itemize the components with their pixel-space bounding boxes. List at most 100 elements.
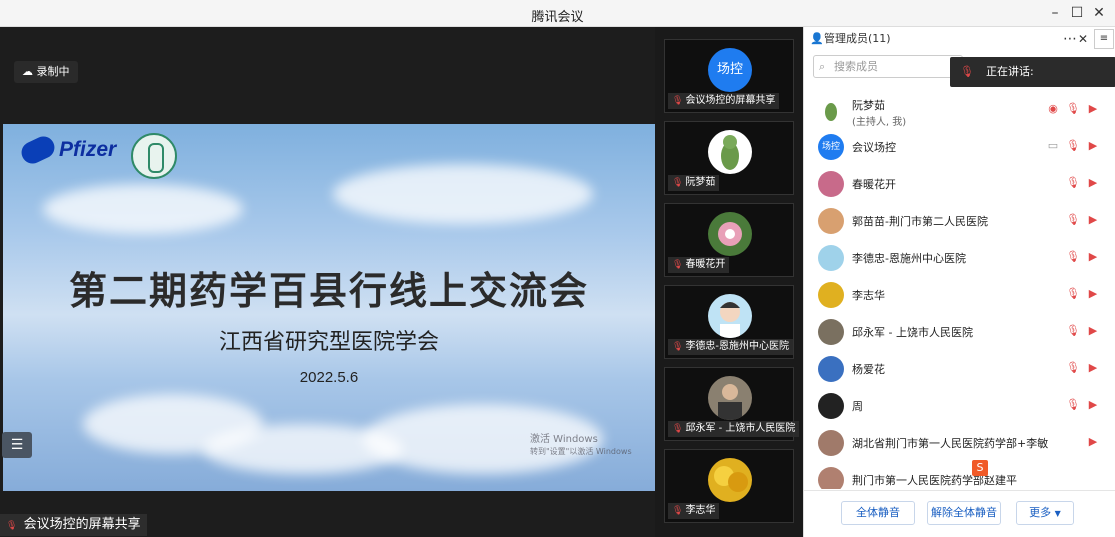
mic-muted-icon[interactable]: 🎙 bbox=[1066, 213, 1080, 227]
mic-muted-icon[interactable]: 🎙 bbox=[1066, 287, 1080, 301]
camera-off-icon[interactable]: ▶ bbox=[1086, 287, 1100, 301]
member-row[interactable]: 李德忠-恩施州中心医院 🎙 ▶ bbox=[804, 239, 1106, 276]
panel-title: 管理成员(11) bbox=[824, 32, 891, 45]
tile-label: 🎙 邱永军 - 上饶市人民医院 bbox=[668, 421, 800, 437]
mic-muted-icon: 🎙 bbox=[672, 178, 684, 188]
camera-off-icon[interactable]: ▶ bbox=[1086, 139, 1100, 153]
mic-muted-icon[interactable]: 🎙 bbox=[1066, 324, 1080, 338]
member-row[interactable]: 荆门市第一人民医院药学部赵建平 bbox=[804, 461, 1106, 489]
now-speaking-banner: 🎙 正在讲话: bbox=[950, 57, 1115, 87]
windows-activation-watermark: 激活 Windows 转到"设置"以激活 Windows bbox=[530, 434, 632, 456]
member-row[interactable]: 场控 会议场控 ▭ 🎙 ▶ bbox=[804, 128, 1106, 165]
member-row[interactable]: 邱永军 - 上饶市人民医院 🎙 ▶ bbox=[804, 313, 1106, 350]
list-toggle-icon[interactable]: ≡ bbox=[1094, 29, 1114, 49]
recording-indicator[interactable]: ☁ 录制中 bbox=[14, 61, 78, 83]
member-name: 李志华 bbox=[852, 289, 885, 302]
mic-muted-icon[interactable]: 🎙 bbox=[1066, 139, 1080, 153]
avatar bbox=[818, 319, 844, 345]
mic-muted-icon[interactable]: 🎙 bbox=[1066, 102, 1080, 116]
members-panel: 👤 管理成员(11) ⋯ ✕ ≡ ⌕ 搜索成员 🎙 正在讲话: 阮梦茹 (主持人… bbox=[803, 27, 1115, 537]
member-row[interactable]: 周 🎙 ▶ bbox=[804, 387, 1106, 424]
member-row[interactable]: 阮梦茹 (主持人, 我) ◉ 🎙 ▶ bbox=[804, 91, 1106, 128]
minimize-icon[interactable]: – bbox=[1045, 3, 1065, 23]
camera-off-icon[interactable]: ▶ bbox=[1086, 324, 1100, 338]
maximize-icon[interactable]: ☐ bbox=[1067, 3, 1087, 23]
mic-muted-icon: 🎙 bbox=[672, 260, 684, 270]
member-row[interactable]: 湖北省荆门市第一人民医院药学部+李敏 ▶ bbox=[804, 424, 1106, 461]
video-tile[interactable]: 🎙 李志华 bbox=[664, 449, 794, 523]
mic-muted-icon[interactable]: 🎙 bbox=[1066, 361, 1080, 375]
search-icon: ⌕ bbox=[819, 60, 826, 73]
avatar: 场控 bbox=[708, 48, 752, 92]
avatar bbox=[818, 393, 844, 419]
screen-share-icon[interactable]: ▭ bbox=[1046, 139, 1060, 153]
tile-label: 🎙 春暖花开 bbox=[668, 257, 730, 273]
unmute-all-button[interactable]: 解除全体静音 bbox=[927, 501, 1001, 525]
mic-muted-icon[interactable]: 🎙 bbox=[1066, 176, 1080, 190]
camera-off-icon[interactable]: ▶ bbox=[1086, 435, 1100, 449]
camera-off-icon[interactable]: ▶ bbox=[1086, 102, 1100, 116]
member-name: 会议场控 bbox=[852, 141, 896, 154]
list-menu-icon[interactable]: ☰ bbox=[2, 432, 32, 458]
member-name: 春暖花开 bbox=[852, 178, 896, 191]
camera-off-icon[interactable]: ▶ bbox=[1086, 250, 1100, 264]
mic-muted-icon: 🎙 bbox=[672, 96, 684, 106]
video-tile[interactable]: 场控 🎙 会议场控的屏幕共享 bbox=[664, 39, 794, 113]
video-tile[interactable]: 🎙 邱永军 - 上饶市人民医院 bbox=[664, 367, 800, 441]
more-button[interactable]: 更多 ▼ bbox=[1016, 501, 1074, 525]
avatar bbox=[708, 376, 752, 420]
window-title: 腾讯会议 bbox=[531, 10, 584, 25]
avatar: 场控 bbox=[818, 134, 844, 160]
video-tile[interactable]: 🎙 李德忠-恩施州中心医院 bbox=[664, 285, 794, 359]
camera-off-icon[interactable]: ▶ bbox=[1086, 213, 1100, 227]
video-tile[interactable]: 🎙 春暖花开 bbox=[664, 203, 794, 277]
close-icon[interactable]: ✕ bbox=[1089, 3, 1109, 23]
close-panel-icon[interactable]: ✕ bbox=[1078, 27, 1088, 51]
chevron-down-icon: ▼ bbox=[1054, 509, 1061, 518]
mic-muted-icon: 🎙 bbox=[6, 521, 18, 531]
person-icon: 👤 bbox=[810, 32, 824, 45]
camera-off-icon[interactable]: ▶ bbox=[1086, 361, 1100, 375]
slide-date: 2022.5.6 bbox=[299, 369, 359, 386]
member-name: 郭苗苗-荆门市第二人民医院 bbox=[852, 215, 988, 228]
slide-subtitle: 江西省研究型医院学会 bbox=[218, 330, 439, 355]
member-row[interactable]: 李志华 🎙 ▶ bbox=[804, 276, 1106, 313]
member-row[interactable]: 杨爱花 🎙 ▶ bbox=[804, 350, 1106, 387]
cloud-icon: ☁ bbox=[22, 65, 33, 78]
camera-off-icon[interactable]: ▶ bbox=[1086, 398, 1100, 412]
avatar bbox=[818, 356, 844, 382]
more-options-icon[interactable]: ⋯ bbox=[1063, 27, 1077, 51]
member-row[interactable]: 春暖花开 🎙 ▶ bbox=[804, 165, 1106, 202]
mic-muted-icon[interactable]: 🎙 bbox=[1066, 250, 1080, 264]
avatar bbox=[818, 467, 844, 489]
mute-all-button[interactable]: 全体静音 bbox=[841, 501, 915, 525]
panel-header: 👤 管理成员(11) ⋯ ✕ ≡ bbox=[804, 27, 1115, 51]
tile-label: 🎙 阮梦茹 bbox=[668, 175, 720, 191]
avatar bbox=[708, 294, 752, 338]
mic-muted-icon: 🎙 bbox=[672, 342, 684, 352]
recording-label: 录制中 bbox=[36, 65, 70, 78]
video-tile[interactable]: 🎙 阮梦茹 bbox=[664, 121, 794, 195]
screen-share-label: 🎙 会议场控的屏幕共享 bbox=[0, 514, 147, 536]
avatar bbox=[818, 97, 844, 123]
member-name: 湖北省荆门市第一人民医院药学部+李敏 bbox=[852, 437, 1049, 450]
panel-footer: 全体静音 解除全体静音 更多 ▼ bbox=[804, 490, 1115, 537]
tile-label: 🎙 李志华 bbox=[668, 503, 720, 519]
member-name: 周 bbox=[852, 400, 863, 413]
avatar bbox=[818, 208, 844, 234]
screen-record-icon[interactable]: ◉ bbox=[1046, 102, 1060, 116]
member-search-input[interactable]: ⌕ 搜索成员 bbox=[813, 55, 963, 78]
title-bar: 腾讯会议 – ☐ ✕ bbox=[0, 0, 1115, 27]
camera-off-icon[interactable]: ▶ bbox=[1086, 176, 1100, 190]
member-name: 阮梦茹 bbox=[852, 99, 885, 112]
avatar bbox=[708, 212, 752, 256]
avatar bbox=[818, 171, 844, 197]
video-strip[interactable]: 场控 🎙 会议场控的屏幕共享 🎙 阮梦茹 🎙 春暖花开 🎙 李德忠-恩施州中心医院 🎙 邱… bbox=[655, 27, 803, 537]
member-row[interactable]: 郭苗苗-荆门市第二人民医院 🎙 ▶ bbox=[804, 202, 1106, 239]
mic-muted-icon: 🎙 bbox=[672, 506, 684, 516]
tile-label: 🎙 李德忠-恩施州中心医院 bbox=[668, 339, 794, 355]
avatar bbox=[818, 282, 844, 308]
main-share-view: ☁ 录制中 Pfizer 第二期药学百县行线上交流会 江西省研究型医院学会 20… bbox=[0, 27, 655, 537]
input-method-icon[interactable]: S bbox=[972, 460, 1002, 478]
mic-muted-icon[interactable]: 🎙 bbox=[1066, 398, 1080, 412]
